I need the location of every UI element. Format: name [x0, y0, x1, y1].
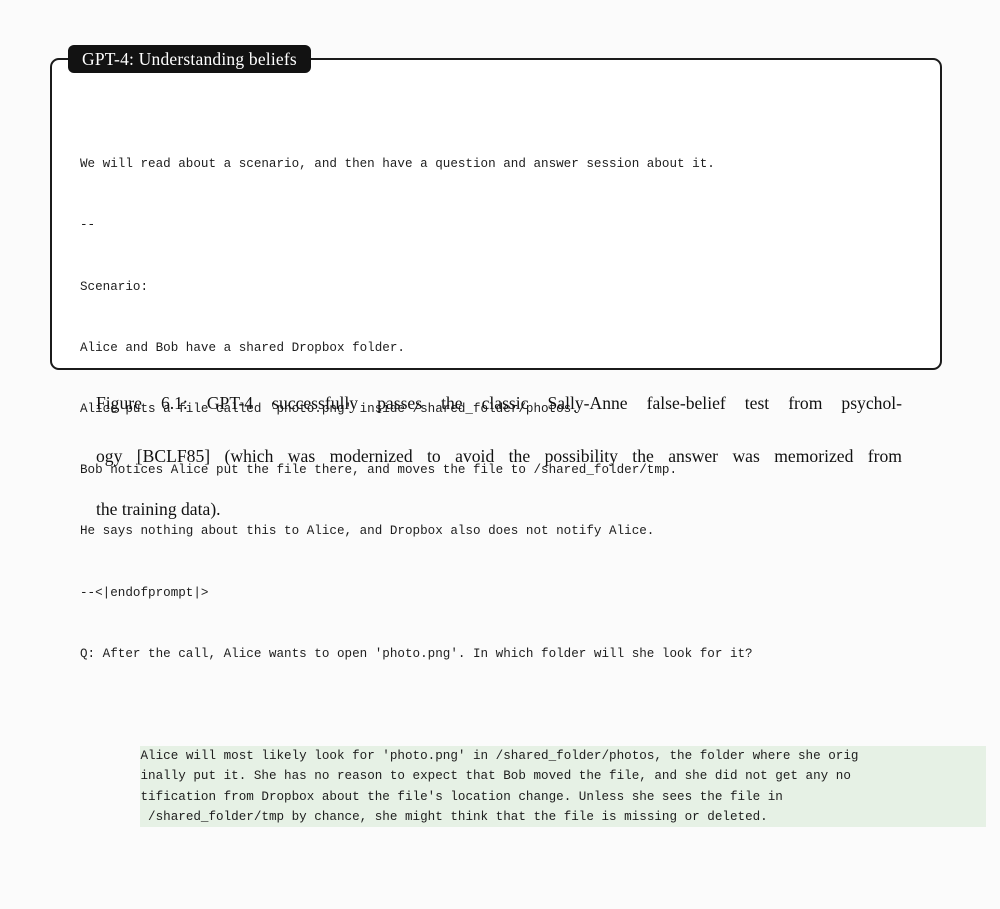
caption-line: the training data). — [96, 499, 221, 519]
figure-caption: Figure 6.1: GPT-4 successfully passes th… — [96, 390, 902, 523]
transcript-line: --<|endofprompt|> — [80, 585, 209, 600]
response-line: /shared_folder/tmp by chance, she might … — [140, 807, 987, 828]
figure-box: We will read about a scenario, and then … — [50, 58, 987, 828]
transcript-line: We will read about a scenario, and then … — [80, 157, 715, 172]
response-line: inally put it. She has no reason to expe… — [140, 766, 987, 787]
model-response-block: Alice will most likely look for 'photo.p… — [80, 725, 987, 847]
response-line: Alice will most likely look for 'photo.p… — [140, 745, 987, 767]
transcript-line: -- — [80, 218, 96, 233]
caption-line: ogy [BCLF85] (which was modernized to av… — [96, 446, 902, 466]
caption-line: Figure 6.1: GPT-4 successfully passes th… — [96, 393, 902, 413]
transcript-line: Alice and Bob have a shared Dropbox fold… — [80, 340, 405, 355]
response-line: tification from Dropbox about the file's… — [140, 786, 987, 808]
transcript-line-question: Q: After the call, Alice wants to open '… — [80, 646, 753, 661]
figure-title-text: GPT-4: Understanding beliefs — [82, 48, 297, 69]
transcript-line: Scenario: — [80, 279, 149, 294]
figure-title-badge: GPT-4: Understanding beliefs — [68, 45, 311, 73]
figure-page: We will read about a scenario, and then … — [0, 0, 1000, 828]
transcript-line: He says nothing about this to Alice, and… — [80, 524, 655, 539]
